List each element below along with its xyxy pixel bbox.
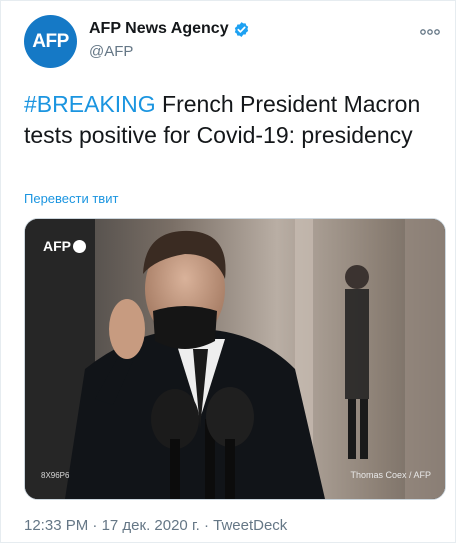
photo-id: 8X96P6 — [41, 471, 70, 480]
meta-separator: · — [92, 517, 98, 534]
meta-separator-2: · — [203, 517, 209, 534]
display-name[interactable]: AFP News Agency — [89, 20, 229, 38]
tweet-text: #BREAKING French President Macron tests … — [24, 89, 444, 151]
hashtag-link[interactable]: #BREAKING — [24, 91, 156, 117]
tweet-card: AFP AFP News Agency @AFP #BREAKING Frenc… — [0, 0, 456, 543]
more-options-icon[interactable] — [420, 19, 440, 40]
translate-tweet-link[interactable]: Перевести твит — [24, 191, 118, 206]
author-handle[interactable]: @AFP — [89, 43, 133, 60]
verified-badge-icon — [233, 21, 250, 38]
tweet-date[interactable]: 17 дек. 2020 г. — [102, 517, 200, 534]
tweet-source[interactable]: TweetDeck — [213, 517, 287, 534]
photo-afp-logo: AFP — [43, 238, 86, 254]
photo-image — [25, 219, 445, 499]
photo-logo-text: AFP — [43, 238, 71, 254]
author-name-row[interactable]: AFP News Agency — [89, 20, 250, 38]
photo-credit: Thomas Coex / AFP — [350, 470, 431, 480]
tweet-photo[interactable]: AFP 8X96P6 Thomas Coex / AFP — [24, 218, 446, 500]
avatar[interactable]: AFP — [24, 15, 77, 68]
tweet-meta: 12:33 PM · 17 дек. 2020 г. · TweetDeck — [24, 517, 287, 534]
tweet-time[interactable]: 12:33 PM — [24, 517, 88, 534]
afp-dot-icon — [73, 239, 86, 253]
avatar-logo-text: AFP — [32, 30, 69, 52]
